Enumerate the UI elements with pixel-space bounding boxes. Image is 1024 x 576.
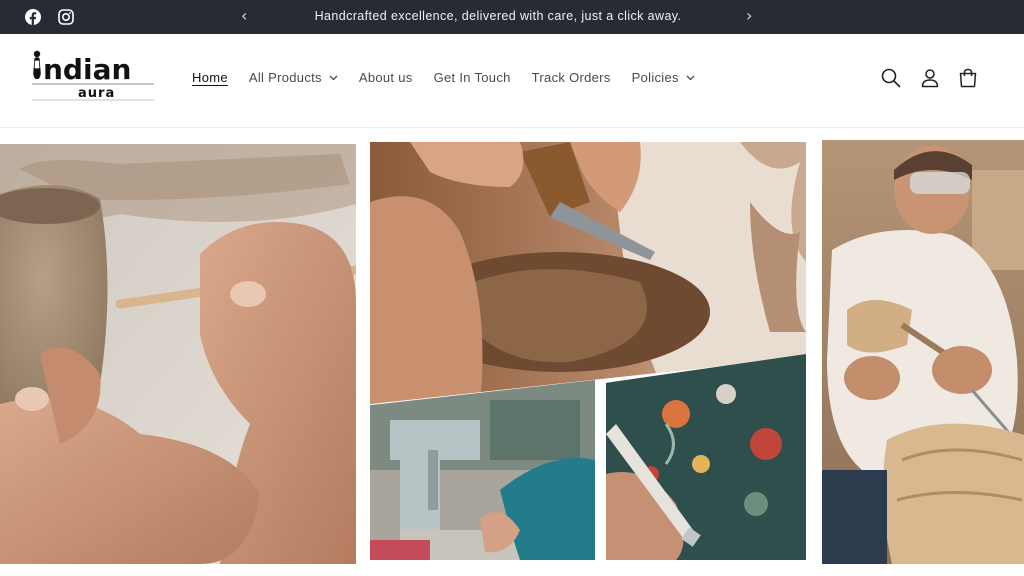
nav-item-track-orders[interactable]: Track Orders: [532, 70, 611, 85]
search-icon[interactable]: [880, 67, 902, 89]
site-header: ndian aura Home All Products About us Ge…: [0, 34, 1024, 128]
pottery-photo[interactable]: [0, 144, 356, 564]
nav-label: All Products: [248, 70, 322, 85]
announcement-bar: ‹ Handcrafted excellence, delivered with…: [0, 0, 1024, 34]
nav-item-home[interactable]: Home: [192, 70, 228, 85]
chevron-right-icon[interactable]: ›: [746, 7, 752, 25]
site-logo[interactable]: ndian aura: [30, 48, 156, 104]
nav-item-get-in-touch[interactable]: Get In Touch: [434, 70, 511, 85]
nav-item-all-products[interactable]: All Products: [249, 70, 338, 85]
nav-label: Policies: [631, 70, 679, 85]
nav-label: About us: [358, 70, 413, 85]
nav-label: Home: [192, 70, 228, 85]
craftsman-photo[interactable]: [822, 140, 1024, 564]
painting-photo[interactable]: [606, 354, 806, 560]
sewing-photo[interactable]: [370, 380, 595, 560]
facebook-icon[interactable]: [25, 9, 41, 25]
chevron-down-icon: [686, 75, 695, 80]
main-nav: Home All Products About us Get In Touch …: [192, 70, 716, 85]
logo-text: ndian: [43, 53, 131, 86]
hero-collage: [0, 128, 1024, 576]
nav-item-policies[interactable]: Policies: [632, 70, 695, 85]
nav-label: Get In Touch: [433, 70, 511, 85]
logo-graphic: ndian aura: [32, 50, 154, 101]
account-icon[interactable]: [919, 67, 941, 89]
announcement-message: Handcrafted excellence, delivered with c…: [314, 9, 682, 23]
logo-subtext: aura: [78, 86, 115, 101]
chevron-left-icon[interactable]: ‹: [241, 7, 247, 25]
cart-icon[interactable]: [957, 67, 979, 89]
nav-item-about-us[interactable]: About us: [359, 70, 413, 85]
nav-label: Track Orders: [531, 70, 611, 85]
chevron-down-icon: [329, 75, 338, 80]
instagram-icon[interactable]: [58, 9, 74, 25]
